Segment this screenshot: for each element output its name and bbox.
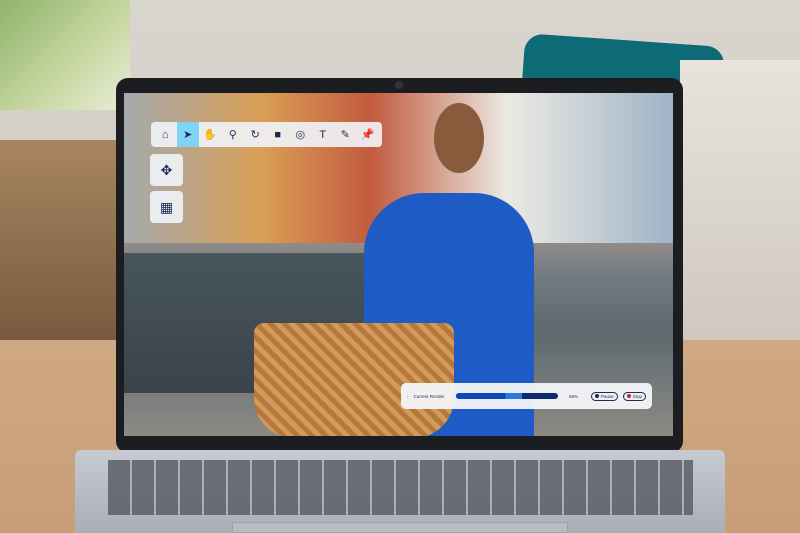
rotate-icon: ↻ [250,129,260,141]
tool-pin-button[interactable]: 📌 [357,122,380,147]
text-icon: T [319,128,327,141]
render-label: Current Render [413,393,445,399]
editor-toolbar: ⌂ ➤ ✋ ⚲ ↻ ■ ◎ T ✎ 📌 [151,122,382,147]
webcam [395,81,403,89]
zoom-icon: ⚲ [228,129,237,141]
pin-icon: 📌 [360,129,375,141]
tool-focus-button[interactable]: ◎ [289,122,312,147]
render-progress-text: 65% [569,393,579,399]
film-image-icon: ▦ [159,198,174,215]
expand-chevron-icon[interactable]: › [407,394,409,399]
photo-basket [254,323,454,436]
pen-icon: ✎ [340,129,350,141]
pause-button[interactable]: Pause [590,391,618,401]
tool-pointer-button[interactable]: ➤ [176,122,199,147]
tool-text-button[interactable]: T [312,122,335,147]
background-shelf [0,140,120,340]
stop-button[interactable]: Stop [622,391,646,401]
move-arrows-icon: ✥ [160,161,173,178]
touchpad [232,522,568,533]
tool-camera-button[interactable]: ■ [267,122,290,147]
background-sofa [680,60,800,340]
hand-icon: ✋ [203,129,218,141]
home-icon: ⌂ [161,128,169,141]
pause-label: Pause [600,393,614,399]
tool-zoom-button[interactable]: ⚲ [222,122,245,147]
tool-home-button[interactable]: ⌂ [154,122,177,147]
background-window [0,0,130,110]
stop-icon [626,394,631,398]
media-library-button[interactable]: ▦ [150,191,183,223]
move-transform-button[interactable]: ✥ [150,154,183,186]
keyboard [108,460,693,515]
stop-label: Stop [632,393,642,399]
render-progress-fill [456,393,523,399]
tool-rotate-button[interactable]: ↻ [244,122,267,147]
tool-pen-button[interactable]: ✎ [334,122,357,147]
tool-hand-button[interactable]: ✋ [199,122,222,147]
camera-icon: ■ [274,128,282,141]
render-progress-bar [456,393,558,399]
focus-icon: ◎ [295,129,306,141]
photo-head [434,103,484,173]
pause-icon [594,394,599,398]
render-panel: › Current Render 65% Pause Stop [401,383,652,409]
pointer-icon: ➤ [183,129,193,141]
